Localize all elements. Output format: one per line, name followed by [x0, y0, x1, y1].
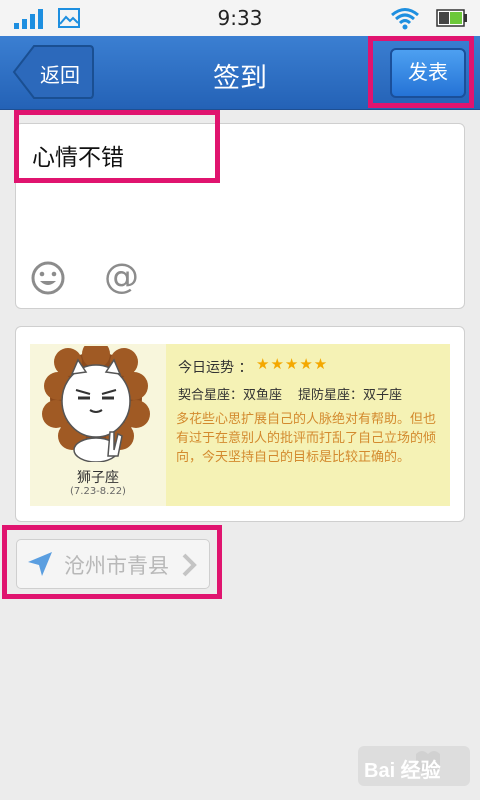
beware-sign: 提防星座：双子座 [298, 388, 403, 403]
lion-mascot-icon [42, 346, 150, 462]
zodiac-sign-name: 狮子座 [77, 470, 119, 486]
mood-highlight-box [14, 110, 220, 183]
status-bar: 9:33 [0, 0, 480, 36]
location-highlight-box [2, 525, 222, 599]
wifi-icon [391, 8, 419, 30]
zodiac-date-range: (7.23-8.22) [70, 486, 126, 497]
fortune-stars: ★★★★★ [256, 355, 329, 373]
battery-icon [436, 9, 467, 27]
watermark-text: Bai 经验 [364, 760, 441, 782]
match-sign: 契合星座：双鱼座 [178, 388, 283, 403]
fortune-label: 今日运势 ： [178, 360, 253, 376]
mention-button[interactable]: @ [104, 257, 139, 297]
horoscope-description: 多花些心思扩展自己的人脉绝对有帮助。但也有过于在意别人的批评而打乱了自己立场的倾… [176, 412, 437, 465]
publish-highlight-box [368, 36, 474, 108]
smile-icon[interactable] [30, 260, 66, 296]
